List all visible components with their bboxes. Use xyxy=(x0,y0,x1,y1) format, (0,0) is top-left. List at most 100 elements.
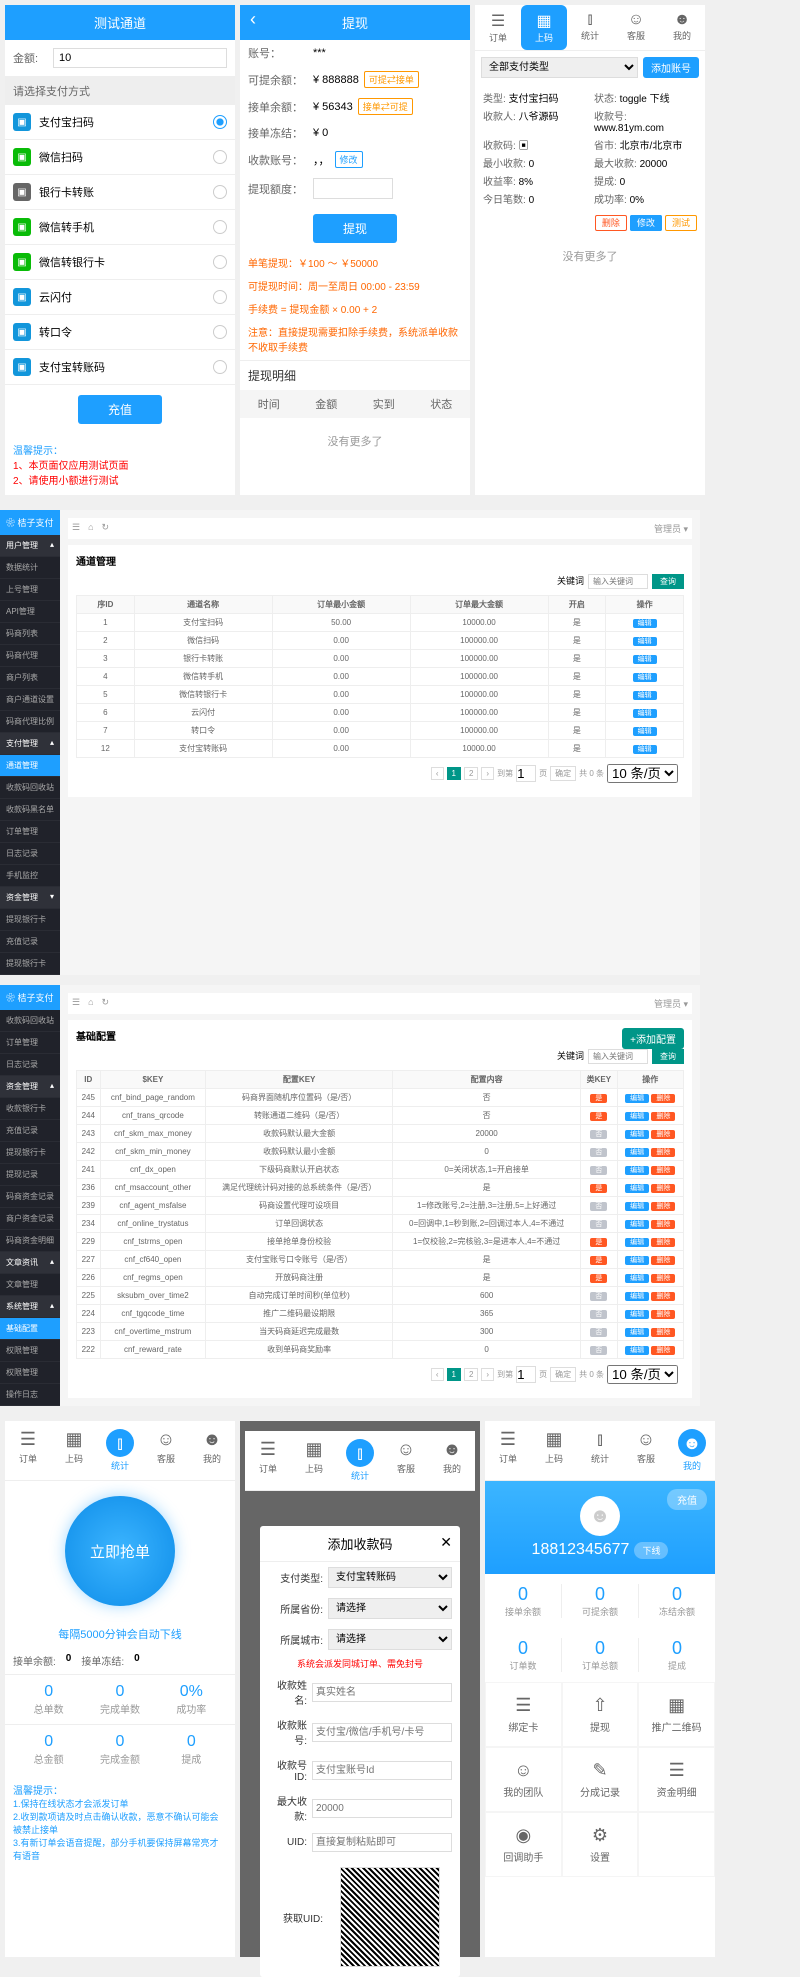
page-button[interactable]: 2 xyxy=(464,1368,478,1381)
page-button[interactable]: 1 xyxy=(447,767,461,780)
nav-上码[interactable]: ▦上码 xyxy=(51,1421,97,1480)
edit-button[interactable]: 编辑 xyxy=(633,655,657,664)
home-icon[interactable]: ⌂ xyxy=(88,997,93,1010)
sidebar-item[interactable]: 手机监控 xyxy=(0,865,60,887)
confirm-button[interactable]: 确定 xyxy=(550,1367,576,1382)
home-icon[interactable]: ⌂ xyxy=(88,522,93,535)
sidebar-item[interactable]: 码商列表 xyxy=(0,623,60,645)
menu-item[interactable]: ▦推广二维码 xyxy=(638,1682,715,1747)
pay-option[interactable]: ▣微信转手机 xyxy=(5,210,235,245)
nav-订单[interactable]: ☰订单 xyxy=(245,1431,291,1490)
edit-button[interactable]: 编辑 xyxy=(625,1238,649,1247)
form-select[interactable]: 请选择 xyxy=(328,1629,452,1650)
delete-button[interactable]: 删除 xyxy=(651,1166,675,1175)
edit-button[interactable]: 编辑 xyxy=(633,709,657,718)
nav-我的[interactable]: ☻我的 xyxy=(659,5,705,50)
delete-button[interactable]: 删除 xyxy=(651,1184,675,1193)
pay-option[interactable]: ▣支付宝转账码 xyxy=(5,350,235,385)
nav-订单[interactable]: ☰订单 xyxy=(5,1421,51,1480)
sidebar-item[interactable]: 上号管理 xyxy=(0,579,60,601)
sidebar-item[interactable]: 码商资金记录 xyxy=(0,1186,60,1208)
pay-option[interactable]: ▣支付宝扫码 xyxy=(5,105,235,140)
sidebar-item[interactable]: 充值记录 xyxy=(0,1120,60,1142)
form-input[interactable] xyxy=(312,1761,452,1780)
sidebar-item[interactable]: 收款银行卡 xyxy=(0,1098,60,1120)
pay-option[interactable]: ▣微信转银行卡 xyxy=(5,245,235,280)
radio[interactable] xyxy=(213,360,227,374)
nav-客服[interactable]: ☺客服 xyxy=(623,1421,669,1480)
delete-button[interactable]: 删除 xyxy=(651,1310,675,1319)
sidebar-item[interactable]: 权限管理 xyxy=(0,1340,60,1362)
sidebar-item[interactable]: 码商代理比例 xyxy=(0,711,60,733)
menu-item[interactable]: ☰绑定卡 xyxy=(485,1682,562,1747)
test-button[interactable]: 测试 xyxy=(665,215,697,231)
pay-option[interactable]: ▣转口令 xyxy=(5,315,235,350)
sidebar-item[interactable]: 收款码黑名单 xyxy=(0,799,60,821)
radio[interactable] xyxy=(213,150,227,164)
admin-user[interactable]: 管理员 ▾ xyxy=(654,522,688,535)
edit-button[interactable]: 编辑 xyxy=(625,1220,649,1229)
recharge-button[interactable]: 充值 xyxy=(667,1489,707,1510)
menu-item[interactable]: ⇧提现 xyxy=(562,1682,639,1747)
search-button[interactable]: 查询 xyxy=(652,1049,684,1064)
sidebar-item[interactable]: 数据统计 xyxy=(0,557,60,579)
sidebar-item[interactable]: 日志记录 xyxy=(0,843,60,865)
menu-fund[interactable]: 资金管理▴ xyxy=(0,1076,60,1098)
delete-button[interactable]: 删除 xyxy=(595,215,627,231)
edit-button[interactable]: 编辑 xyxy=(633,691,657,700)
nav-订单[interactable]: ☰订单 xyxy=(475,5,521,50)
edit-button[interactable]: 编辑 xyxy=(625,1148,649,1157)
edit-button[interactable]: 编辑 xyxy=(633,637,657,646)
form-select[interactable]: 支付宝转账码 xyxy=(328,1567,452,1588)
menu-icon[interactable]: ☰ xyxy=(72,997,80,1010)
delete-button[interactable]: 删除 xyxy=(651,1220,675,1229)
nav-上码[interactable]: ▦上码 xyxy=(531,1421,577,1480)
form-input[interactable] xyxy=(312,1683,452,1702)
delete-button[interactable]: 删除 xyxy=(651,1130,675,1139)
edit-button[interactable]: 编辑 xyxy=(633,745,657,754)
confirm-button[interactable]: 确定 xyxy=(550,766,576,781)
radio[interactable] xyxy=(213,325,227,339)
sidebar-item[interactable]: 操作日志 xyxy=(0,1384,60,1406)
sidebar-item[interactable]: 商户资金记录 xyxy=(0,1208,60,1230)
page-input[interactable] xyxy=(516,765,536,782)
radio[interactable] xyxy=(213,115,227,129)
delete-button[interactable]: 删除 xyxy=(651,1094,675,1103)
nav-客服[interactable]: ☺客服 xyxy=(613,5,659,50)
menu-item[interactable]: ◉回调助手 xyxy=(485,1812,562,1877)
nav-客服[interactable]: ☺客服 xyxy=(143,1421,189,1480)
radio[interactable] xyxy=(213,185,227,199)
menu-fund[interactable]: 资金管理▾ xyxy=(0,887,60,909)
pay-type-select[interactable]: 全部支付类型 xyxy=(481,57,638,78)
edit-button[interactable]: 编辑 xyxy=(625,1130,649,1139)
edit-button[interactable]: 编辑 xyxy=(633,619,657,628)
delete-button[interactable]: 删除 xyxy=(651,1112,675,1121)
search-input[interactable] xyxy=(588,1049,648,1064)
menu-item[interactable]: ☺我的团队 xyxy=(485,1747,562,1812)
nav-统计[interactable]: ⫾统计 xyxy=(97,1421,143,1480)
nav-统计[interactable]: ⫾统计 xyxy=(337,1431,383,1490)
sidebar-item[interactable]: 收款码回收站 xyxy=(0,777,60,799)
page-button[interactable]: ‹ xyxy=(431,767,444,780)
nav-统计[interactable]: ⫾统计 xyxy=(567,5,613,50)
withdraw-button[interactable]: 提现 xyxy=(313,214,397,243)
admin-user[interactable]: 管理员 ▾ xyxy=(654,997,688,1010)
nav-统计[interactable]: ⫾统计 xyxy=(577,1421,623,1480)
edit-button[interactable]: 编辑 xyxy=(625,1310,649,1319)
sidebar-item[interactable]: 提现银行卡 xyxy=(0,953,60,975)
nav-上码[interactable]: ▦上码 xyxy=(521,5,567,50)
delete-button[interactable]: 删除 xyxy=(651,1202,675,1211)
page-button[interactable]: › xyxy=(481,767,494,780)
sidebar-item[interactable]: 码商代理 xyxy=(0,645,60,667)
sidebar-item[interactable]: 提现银行卡 xyxy=(0,1142,60,1164)
edit-button[interactable]: 编辑 xyxy=(625,1094,649,1103)
edit-button[interactable]: 编辑 xyxy=(633,727,657,736)
sidebar-item[interactable]: 通道管理 xyxy=(0,755,60,777)
edit-button[interactable]: 编辑 xyxy=(625,1328,649,1337)
sidebar-item[interactable]: 商户列表 xyxy=(0,667,60,689)
nav-我的[interactable]: ☻我的 xyxy=(189,1421,235,1480)
close-icon[interactable]: ✕ xyxy=(440,1534,452,1551)
modify-button[interactable]: 修改 xyxy=(335,151,363,168)
nav-我的[interactable]: ☻我的 xyxy=(669,1421,715,1480)
form-select[interactable]: 请选择 xyxy=(328,1598,452,1619)
